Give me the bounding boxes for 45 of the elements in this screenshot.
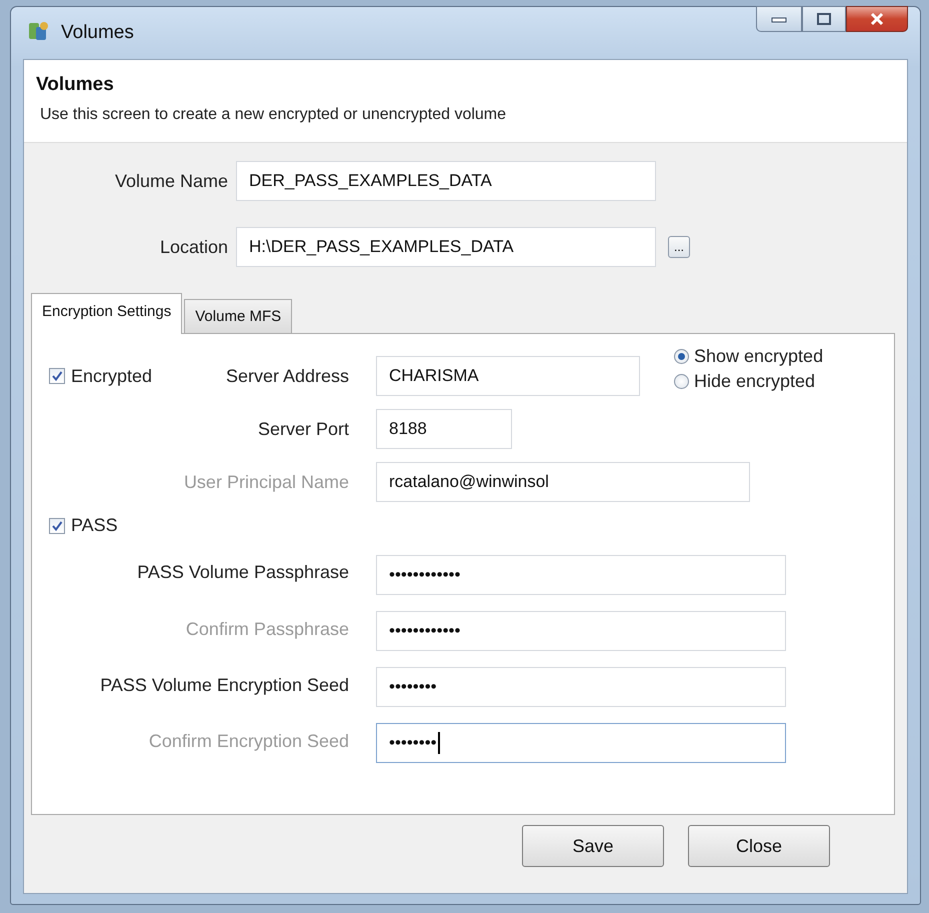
checkbox-label: PASS bbox=[71, 515, 118, 536]
field-label: Server Address bbox=[226, 366, 349, 386]
maximize-button[interactable] bbox=[802, 6, 846, 32]
text-field[interactable]: rcatalano@winwinsol bbox=[376, 462, 750, 502]
dialog-button[interactable]: Close bbox=[688, 825, 830, 867]
radio-button[interactable] bbox=[674, 349, 689, 364]
check-icon bbox=[51, 370, 63, 382]
close-icon bbox=[869, 12, 885, 26]
checkbox-label: Encrypted bbox=[71, 366, 152, 386]
text-field[interactable]: DER_PASS_EXAMPLES_DATA bbox=[236, 161, 656, 201]
window-title: Volumes bbox=[61, 22, 135, 44]
radio-label: Show encrypted bbox=[694, 346, 824, 367]
field-label: User Principal Name bbox=[184, 472, 349, 492]
pass-checkbox[interactable]: PASS bbox=[49, 515, 894, 536]
field-label: Confirm Passphrase bbox=[186, 619, 349, 640]
section-description: Use this screen to create a new encrypted or unencrypted volume bbox=[40, 106, 506, 123]
field-label: Volume Name bbox=[114, 170, 228, 192]
minimize-button[interactable] bbox=[756, 6, 802, 32]
text-field[interactable]: CHARISMA bbox=[376, 356, 640, 396]
text-field[interactable]: H:\DER_PASS_EXAMPLES_DATA bbox=[236, 227, 656, 267]
minimize-icon bbox=[771, 15, 787, 23]
close-button[interactable] bbox=[846, 6, 908, 32]
check-icon bbox=[51, 520, 63, 532]
password-field[interactable]: •••••••••••• bbox=[376, 555, 786, 595]
password-field[interactable]: •••••••• bbox=[376, 723, 786, 763]
field-label: Confirm Encryption Seed bbox=[148, 731, 349, 752]
checkbox[interactable] bbox=[49, 518, 65, 534]
tab[interactable]: Encryption Settings bbox=[31, 293, 182, 334]
tab[interactable]: Volume MFS bbox=[184, 299, 292, 333]
password-field[interactable]: •••••••• bbox=[376, 667, 786, 707]
dialog-button[interactable]: Save bbox=[522, 825, 664, 867]
text-caret bbox=[438, 732, 440, 754]
text-field[interactable]: 8188 bbox=[376, 409, 512, 449]
field-label: Server Port bbox=[258, 418, 349, 440]
radio-label: Hide encrypted bbox=[694, 371, 816, 392]
section-title: Volumes bbox=[36, 74, 114, 95]
encrypted-checkbox[interactable]: Encrypted bbox=[49, 366, 152, 386]
field-label: PASS Volume Passphrase bbox=[137, 562, 349, 582]
maximize-icon bbox=[817, 13, 831, 25]
field-label: PASS Volume Encryption Seed bbox=[100, 675, 349, 696]
password-field[interactable]: •••••••••••• bbox=[376, 611, 786, 651]
browse-button[interactable]: ... bbox=[668, 236, 690, 258]
field-label: Location bbox=[160, 236, 228, 258]
checkbox[interactable] bbox=[49, 368, 65, 384]
radio-button[interactable] bbox=[674, 374, 689, 389]
